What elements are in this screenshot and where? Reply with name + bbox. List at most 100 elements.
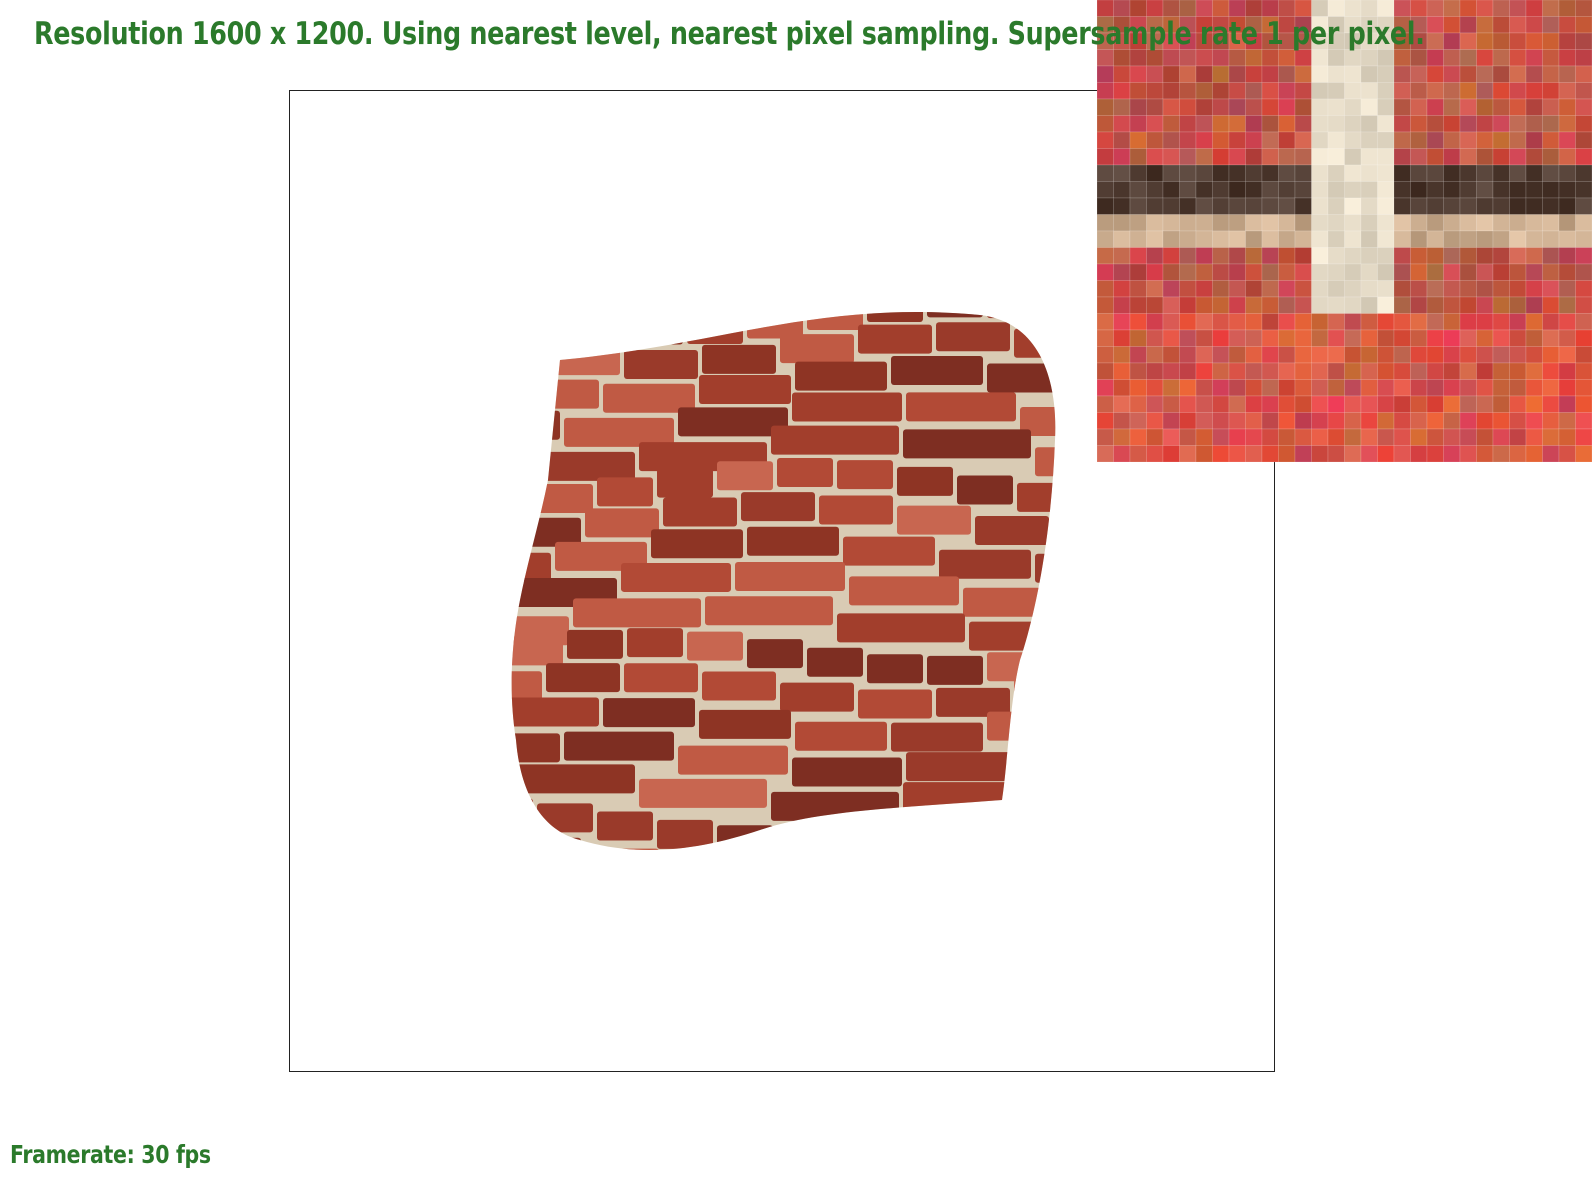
inset-pixel bbox=[1113, 313, 1131, 331]
inset-pixel bbox=[1278, 247, 1296, 265]
inset-pixel bbox=[1360, 214, 1378, 232]
brick bbox=[837, 460, 893, 490]
inset-pixel bbox=[1509, 49, 1527, 67]
inset-pixel bbox=[1542, 428, 1560, 446]
inset-pixel bbox=[1261, 362, 1279, 380]
inset-pixel bbox=[1278, 346, 1296, 364]
inset-pixel bbox=[1146, 329, 1164, 347]
inset-pixel bbox=[1558, 0, 1576, 17]
inset-pixel bbox=[1129, 329, 1147, 347]
inset-pixel bbox=[1476, 49, 1494, 67]
inset-pixel bbox=[1294, 131, 1312, 149]
inset-pixel bbox=[1443, 313, 1461, 331]
inset-pixel bbox=[1393, 214, 1411, 232]
inset-pixel bbox=[1344, 280, 1362, 298]
brick bbox=[511, 798, 533, 828]
inset-pixel bbox=[1426, 296, 1444, 314]
inset-pixel bbox=[1311, 428, 1329, 446]
inset-pixel bbox=[1311, 230, 1329, 248]
inset-pixel bbox=[1327, 82, 1345, 100]
inset-pixel bbox=[1278, 82, 1296, 100]
inset-pixel bbox=[1294, 247, 1312, 265]
inset-pixel bbox=[1410, 445, 1428, 463]
inset-pixel bbox=[1509, 428, 1527, 446]
inset-pixel bbox=[1129, 131, 1147, 149]
inset-pixel bbox=[1195, 263, 1213, 281]
inset-pixel bbox=[1509, 346, 1527, 364]
inset-pixel bbox=[1525, 82, 1543, 100]
inset-pixel bbox=[1360, 65, 1378, 83]
inset-pixel bbox=[1558, 247, 1576, 265]
inset-pixel bbox=[1245, 346, 1263, 364]
inset-pixel bbox=[1129, 82, 1147, 100]
inset-pixel bbox=[1212, 445, 1230, 463]
inset-pixel bbox=[1311, 65, 1329, 83]
inset-pixel bbox=[1162, 362, 1180, 380]
inset-pixel bbox=[1278, 412, 1296, 430]
brick bbox=[537, 483, 593, 513]
inset-pixel bbox=[1525, 98, 1543, 116]
brick bbox=[717, 825, 773, 851]
brick bbox=[927, 311, 983, 318]
inset-pixel bbox=[1228, 428, 1246, 446]
inset-pixel bbox=[1245, 131, 1263, 149]
inset-pixel bbox=[1228, 115, 1246, 133]
inset-pixel bbox=[1476, 214, 1494, 232]
inset-pixel bbox=[1459, 82, 1477, 100]
inset-pixel bbox=[1278, 148, 1296, 166]
inset-pixel bbox=[1443, 131, 1461, 149]
inset-pixel bbox=[1492, 296, 1510, 314]
inset-pixel bbox=[1492, 214, 1510, 232]
brick bbox=[957, 475, 1013, 505]
inset-pixel bbox=[1245, 115, 1263, 133]
brick bbox=[663, 497, 737, 527]
brick bbox=[573, 598, 701, 628]
inset-pixel bbox=[1360, 115, 1378, 133]
inset-pixel bbox=[1377, 131, 1395, 149]
inset-pixel bbox=[1129, 362, 1147, 380]
inset-pixel bbox=[1278, 98, 1296, 116]
inset-pixel bbox=[1476, 115, 1494, 133]
inset-pixel bbox=[1575, 65, 1592, 83]
inset-pixel bbox=[1509, 65, 1527, 83]
inset-pixel bbox=[1245, 395, 1263, 413]
brick bbox=[1047, 311, 1056, 324]
inset-pixel bbox=[1261, 230, 1279, 248]
inset-pixel bbox=[1476, 148, 1494, 166]
inset-pixel bbox=[1509, 181, 1527, 199]
inset-pixel bbox=[1443, 181, 1461, 199]
inset-pixel bbox=[1443, 379, 1461, 397]
inset-pixel bbox=[1509, 115, 1527, 133]
inset-pixel bbox=[1410, 181, 1428, 199]
inset-pixel bbox=[1393, 197, 1411, 215]
inset-pixel bbox=[1294, 412, 1312, 430]
inset-pixel bbox=[1525, 148, 1543, 166]
inset-pixel bbox=[1278, 379, 1296, 397]
inset-pixel bbox=[1195, 214, 1213, 232]
inset-pixel bbox=[1492, 346, 1510, 364]
inset-pixel bbox=[1311, 82, 1329, 100]
inset-pixel bbox=[1443, 395, 1461, 413]
inset-pixel bbox=[1162, 379, 1180, 397]
inset-pixel bbox=[1129, 197, 1147, 215]
inset-pixel bbox=[1476, 98, 1494, 116]
inset-pixel bbox=[1525, 214, 1543, 232]
inset-pixel bbox=[1311, 148, 1329, 166]
inset-pixel bbox=[1525, 379, 1543, 397]
inset-pixel bbox=[1558, 329, 1576, 347]
inset-pixel bbox=[1097, 247, 1114, 265]
inset-pixel bbox=[1179, 65, 1197, 83]
inset-pixel bbox=[1278, 214, 1296, 232]
inset-pixel bbox=[1162, 247, 1180, 265]
inset-pixel bbox=[1575, 148, 1592, 166]
inset-pixel bbox=[1327, 247, 1345, 265]
inset-pixel bbox=[1459, 164, 1477, 182]
inset-pixel bbox=[1360, 230, 1378, 248]
inset-pixel bbox=[1558, 197, 1576, 215]
inset-pixel bbox=[1492, 65, 1510, 83]
inset-pixel bbox=[1443, 164, 1461, 182]
inset-pixel bbox=[1443, 296, 1461, 314]
inset-pixel bbox=[1097, 263, 1114, 281]
inset-pixel bbox=[1492, 445, 1510, 463]
inset-pixel bbox=[1410, 131, 1428, 149]
